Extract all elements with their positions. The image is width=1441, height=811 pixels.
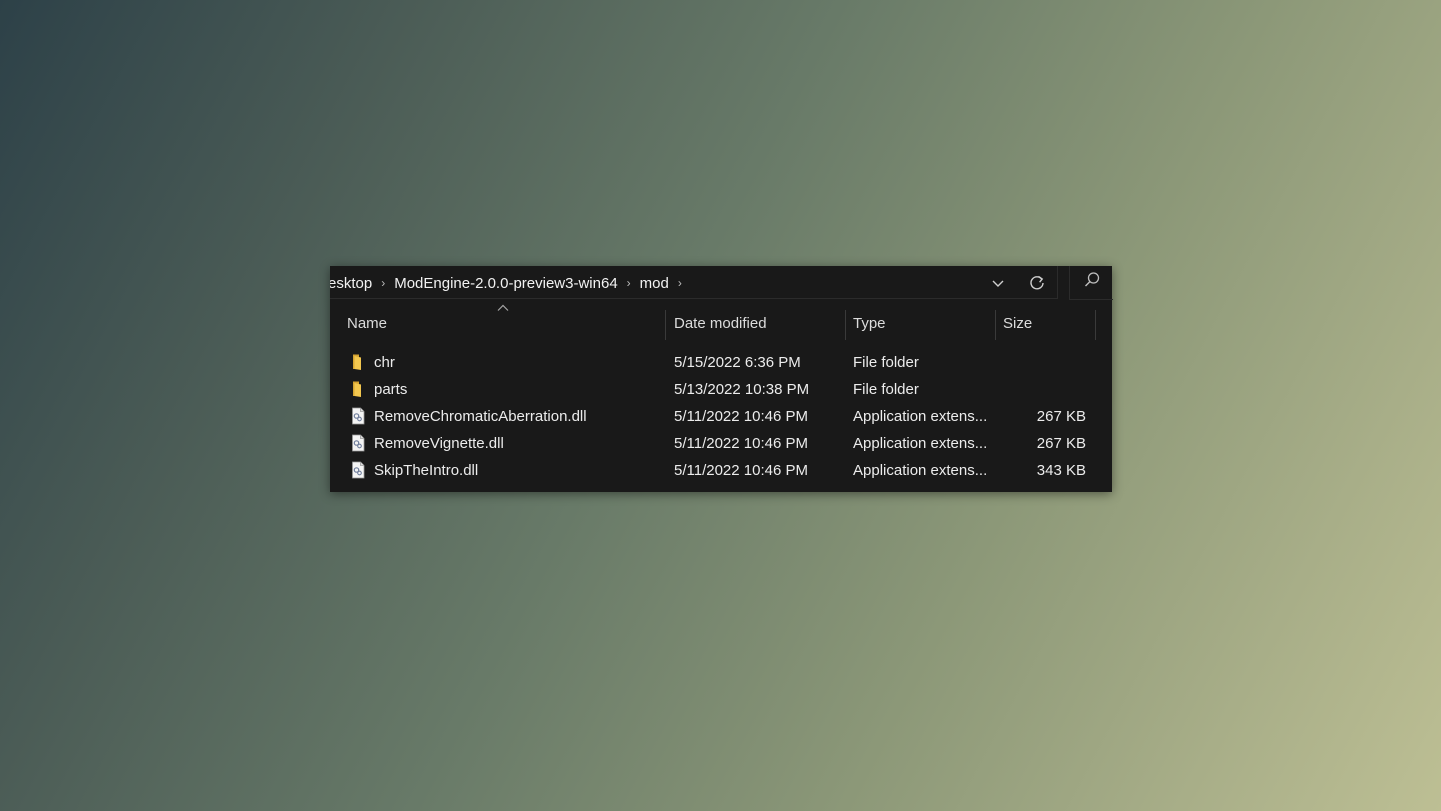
file-size: 267 KB xyxy=(1036,408,1086,425)
chevron-down-icon[interactable] xyxy=(988,273,1008,293)
column-divider[interactable] xyxy=(995,310,996,340)
list-item-file[interactable]: SkipTheIntro.dll 5/11/2022 10:46 PM Appl… xyxy=(330,457,1112,484)
file-name: RemoveChromaticAberration.dll xyxy=(374,408,587,425)
breadcrumb: esktop › ModEngine-2.0.0-preview3-win64 … xyxy=(330,273,687,293)
breadcrumb-desktop[interactable]: esktop xyxy=(330,275,376,292)
file-type: Application extens... xyxy=(853,435,988,452)
column-divider[interactable] xyxy=(665,310,666,340)
address-bar: esktop › ModEngine-2.0.0-preview3-win64 … xyxy=(330,266,1113,300)
file-type: File folder xyxy=(853,381,919,398)
file-type: File folder xyxy=(853,354,919,371)
file-date: 5/11/2022 10:46 PM xyxy=(674,435,808,452)
address-box[interactable]: esktop › ModEngine-2.0.0-preview3-win64 … xyxy=(330,266,1058,299)
dll-file-icon xyxy=(352,434,365,452)
column-header: Name Date modified Type Size xyxy=(330,304,1112,340)
file-list: chr 5/15/2022 6:36 PM File folder parts … xyxy=(330,349,1112,484)
column-date-modified[interactable]: Date modified xyxy=(674,308,767,340)
folder-icon xyxy=(353,381,361,397)
list-item-folder[interactable]: chr 5/15/2022 6:36 PM File folder xyxy=(330,349,1112,376)
column-type[interactable]: Type xyxy=(853,308,886,340)
column-name[interactable]: Name xyxy=(347,308,387,340)
column-divider[interactable] xyxy=(845,310,846,340)
column-divider[interactable] xyxy=(1095,310,1096,340)
file-name: chr xyxy=(374,354,395,371)
search-icon[interactable] xyxy=(1083,271,1101,294)
file-date: 5/11/2022 10:46 PM xyxy=(674,462,808,479)
sort-ascending-icon xyxy=(497,304,509,311)
breadcrumb-mod[interactable]: mod xyxy=(636,275,673,292)
list-item-file[interactable]: RemoveChromaticAberration.dll 5/11/2022 … xyxy=(330,403,1112,430)
file-size: 267 KB xyxy=(1036,435,1086,452)
file-type: Application extens... xyxy=(853,408,988,425)
file-type: Application extens... xyxy=(853,462,988,479)
folder-icon xyxy=(353,354,361,370)
file-name: parts xyxy=(374,381,408,398)
file-date: 5/11/2022 10:46 PM xyxy=(674,408,808,425)
file-name: SkipTheIntro.dll xyxy=(374,462,479,479)
breadcrumb-modengine[interactable]: ModEngine-2.0.0-preview3-win64 xyxy=(390,275,621,292)
column-size[interactable]: Size xyxy=(1003,308,1032,340)
chevron-right-icon[interactable]: › xyxy=(376,276,390,290)
chevron-right-icon[interactable]: › xyxy=(673,276,687,290)
file-date: 5/15/2022 6:36 PM xyxy=(674,354,801,371)
dll-file-icon xyxy=(352,461,365,479)
file-size: 343 KB xyxy=(1036,462,1086,479)
file-name: RemoveVignette.dll xyxy=(374,435,504,452)
list-item-folder[interactable]: parts 5/13/2022 10:38 PM File folder xyxy=(330,376,1112,403)
file-date: 5/13/2022 10:38 PM xyxy=(674,381,810,398)
list-item-file[interactable]: RemoveVignette.dll 5/11/2022 10:46 PM Ap… xyxy=(330,430,1112,457)
file-explorer-window: esktop › ModEngine-2.0.0-preview3-win64 … xyxy=(330,266,1113,492)
refresh-icon[interactable] xyxy=(1026,272,1048,294)
search-box[interactable] xyxy=(1069,266,1113,300)
chevron-right-icon[interactable]: › xyxy=(622,276,636,290)
dll-file-icon xyxy=(352,407,365,425)
